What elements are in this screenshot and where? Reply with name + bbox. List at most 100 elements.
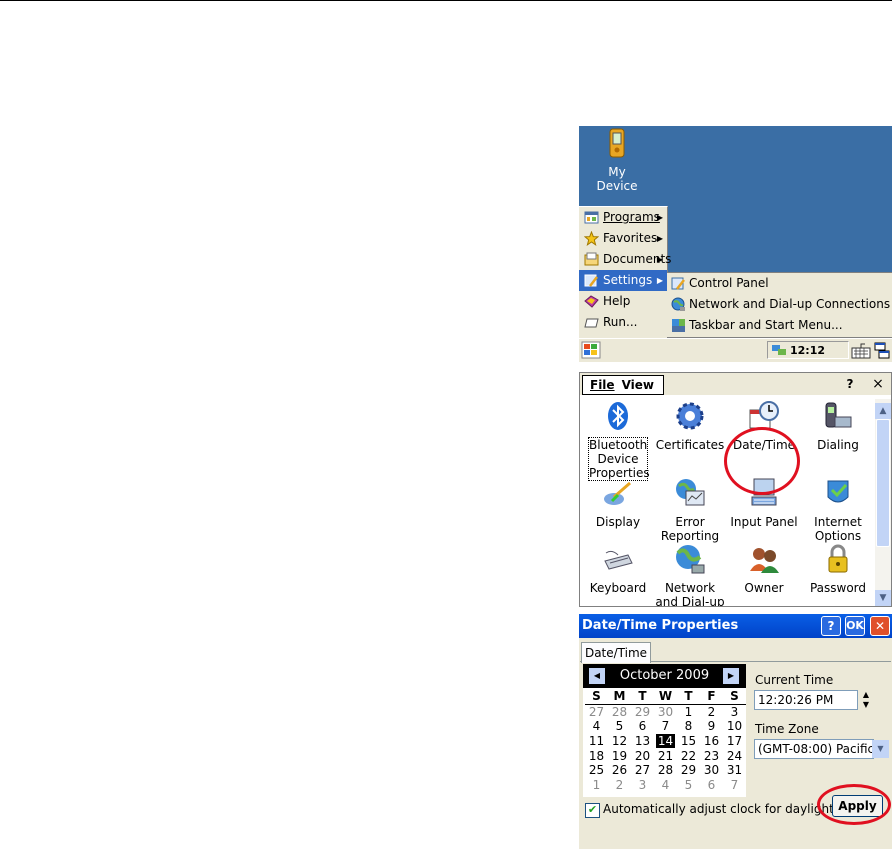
start-menu-run[interactable]: Run... (579, 312, 667, 333)
cp-owner[interactable]: Owner (727, 543, 801, 595)
dialog-help-button[interactable]: ? (821, 616, 841, 636)
submenu-network-connections[interactable]: Network and Dial-up Connections (667, 294, 892, 315)
dialog-titlebar: Date/Time Properties ? OK ✕ (579, 614, 892, 638)
calendar-day[interactable]: 15 (677, 734, 700, 749)
calendar-day[interactable]: 20 (631, 748, 654, 763)
calendar-day[interactable]: 25 (585, 763, 608, 778)
submenu-taskbar-start-menu[interactable]: Taskbar and Start Menu... (667, 315, 892, 336)
calendar-day[interactable]: 5 (677, 778, 700, 793)
cp-display[interactable]: Display (581, 477, 655, 529)
calendar-day[interactable]: 17 (723, 734, 746, 749)
system-tray[interactable]: 12:12 AM (767, 341, 849, 359)
calendar-day[interactable]: 29 (677, 763, 700, 778)
close-button[interactable]: × (868, 375, 888, 393)
calendar-day[interactable]: 30 (654, 704, 677, 719)
cp-network-dialup[interactable]: Network and Dial-up Co... (653, 543, 727, 606)
cp-bluetooth[interactable]: Bluetooth Device Properties (581, 400, 655, 481)
calendar-day[interactable]: 28 (654, 763, 677, 778)
calendar-day[interactable]: 11 (585, 734, 608, 749)
cp-certificates[interactable]: Certificates (653, 400, 727, 452)
calendar-day[interactable]: 7 (654, 719, 677, 734)
start-menu-favorites[interactable]: Favorites ▶ (579, 228, 667, 249)
calendar-day[interactable]: 12 (608, 734, 631, 749)
weekday: F (700, 689, 723, 705)
spin-down-icon[interactable]: ▼ (857, 700, 875, 710)
calendar-day[interactable]: 2 (700, 704, 723, 719)
daylight-checkbox[interactable]: ✔ (585, 803, 600, 818)
daylight-label: Automatically adjust clock for daylight … (603, 802, 852, 816)
calendar-day[interactable]: 1 (677, 704, 700, 719)
start-menu-programs[interactable]: Programs ▶ (579, 207, 667, 228)
calendar-day[interactable]: 6 (631, 719, 654, 734)
submenu-arrow-icon: ▶ (656, 213, 663, 222)
calendar-day-selected[interactable]: 14 (654, 733, 677, 750)
scroll-down-icon[interactable]: ▼ (875, 590, 891, 606)
cp-keyboard[interactable]: Keyboard (581, 543, 655, 595)
calendar-day[interactable]: 27 (585, 704, 608, 719)
calendar-day[interactable]: 26 (608, 763, 631, 778)
tab-date-time[interactable]: Date/Time (581, 642, 651, 663)
prev-month-icon[interactable]: ◀ (589, 668, 605, 684)
cp-error-reporting[interactable]: Error Reporting (653, 477, 727, 543)
start-button-icon[interactable] (581, 341, 601, 359)
my-device-label: My Device (596, 165, 638, 193)
help-pointer-icon: ? (846, 377, 854, 391)
calendar-day[interactable]: 22 (677, 748, 700, 763)
calendar-day[interactable]: 28 (608, 704, 631, 719)
submenu-control-panel[interactable]: Control Panel (667, 273, 892, 294)
vertical-scrollbar[interactable]: ▲ ▼ (875, 399, 891, 606)
calendar-day[interactable]: 3 (631, 778, 654, 793)
keyboard-input-icon[interactable] (851, 341, 871, 361)
calendar-day[interactable]: 6 (700, 778, 723, 793)
calendar-day[interactable]: 7 (723, 778, 746, 793)
calendar-day[interactable]: 3 (723, 704, 746, 719)
start-menu-help[interactable]: Help (579, 291, 667, 312)
menu-file[interactable]: File (590, 378, 615, 392)
calendar-day[interactable]: 1 (585, 778, 608, 793)
calendar-day[interactable]: 13 (631, 734, 654, 749)
calendar-day[interactable]: 16 (700, 734, 723, 749)
calendar-day[interactable]: 10 (723, 719, 746, 734)
time-spinner[interactable]: ▲ ▼ (857, 690, 875, 710)
calendar-day[interactable]: 5 (608, 719, 631, 734)
dialog-ok-button[interactable]: OK (845, 616, 865, 636)
my-device-shortcut[interactable]: My Device (587, 128, 647, 193)
cp-dialing[interactable]: Dialing (801, 400, 875, 452)
dialog-close-button[interactable]: ✕ (870, 616, 890, 636)
programs-label: Programs (603, 210, 660, 224)
spin-up-icon[interactable]: ▲ (857, 690, 875, 700)
cp-label: Bluetooth Device Properties (588, 437, 650, 481)
weekday: S (723, 689, 746, 705)
current-time-field[interactable]: 12:20:26 PM (754, 690, 858, 710)
scroll-thumb[interactable] (876, 419, 890, 547)
weekday: T (631, 689, 654, 705)
menu-view[interactable]: View (622, 378, 654, 392)
calendar-day[interactable]: 2 (608, 778, 631, 793)
start-menu-settings[interactable]: Settings ▶ (579, 270, 667, 291)
chevron-down-icon[interactable]: ▼ (872, 740, 889, 758)
calendar-day[interactable]: 23 (700, 748, 723, 763)
cp-password[interactable]: Password (801, 543, 875, 595)
window-switch-icon[interactable] (873, 341, 891, 361)
calendar-day[interactable]: 30 (700, 763, 723, 778)
start-menu-documents[interactable]: Documents ▶ (579, 249, 671, 270)
cp-internet-options[interactable]: Internet Options (801, 477, 875, 543)
calendar-day[interactable]: 29 (631, 704, 654, 719)
calendar-day[interactable]: 9 (700, 719, 723, 734)
calendar-day[interactable]: 31 (723, 763, 746, 778)
cp-label: Dialing (817, 438, 859, 452)
next-month-icon[interactable]: ▶ (723, 668, 739, 684)
calendar-day[interactable]: 21 (654, 748, 677, 763)
calendar-day[interactable]: 27 (631, 763, 654, 778)
calendar-day[interactable]: 18 (585, 748, 608, 763)
scroll-up-icon[interactable]: ▲ (875, 403, 891, 419)
time-zone-select[interactable]: (GMT-08:00) Pacific T (754, 739, 874, 759)
calendar-day[interactable]: 4 (585, 719, 608, 734)
calendar-day[interactable]: 19 (608, 748, 631, 763)
calendar-day[interactable]: 4 (654, 778, 677, 793)
calendar-day[interactable]: 24 (723, 748, 746, 763)
whats-this-button[interactable]: ? (840, 375, 860, 393)
calendar-day[interactable]: 8 (677, 719, 700, 734)
close-icon: × (872, 376, 884, 392)
internet-options-icon (827, 480, 849, 503)
